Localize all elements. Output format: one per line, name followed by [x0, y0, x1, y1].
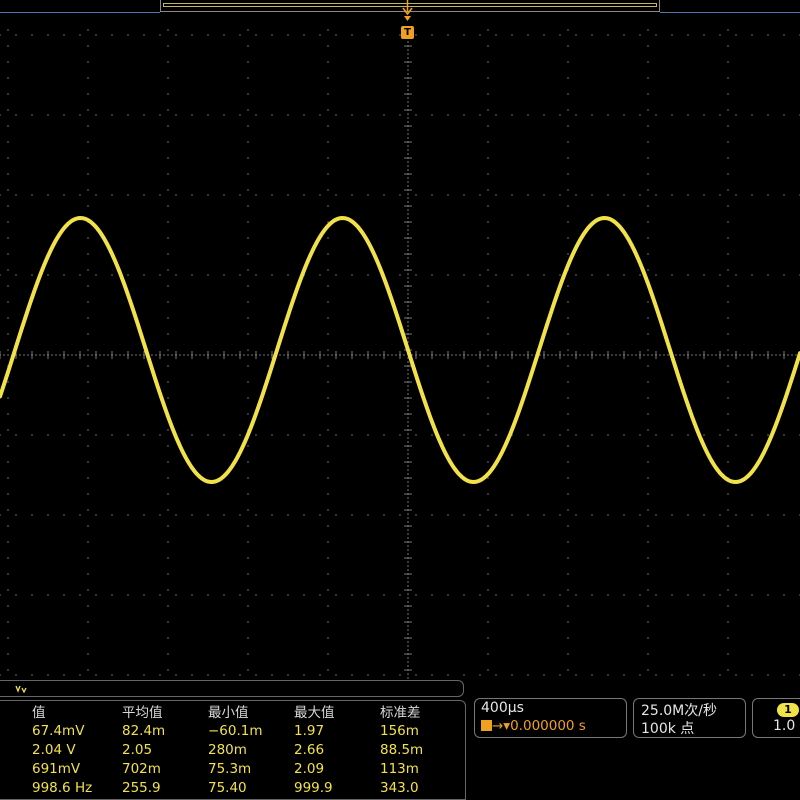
cell-value: 2.04 V [32, 742, 76, 758]
col-mean: 平均值 [122, 705, 163, 721]
cell-value: 691mV [32, 761, 81, 777]
trigger-delay: →▾0.000000 s [481, 718, 586, 734]
cell-stddev: 113m [380, 761, 419, 777]
sample-rate: 25.0M次/秒 [641, 703, 717, 719]
cell-stddev: 343.0 [380, 780, 419, 796]
cell-mean: 82.4m [122, 723, 166, 739]
record-length: 100k 点 [641, 721, 695, 737]
channel-1-waveform [0, 215, 800, 485]
channel-1-glyph-icon [15, 685, 27, 693]
cell-max: 2.66 [294, 742, 325, 758]
cell-mean: 702m [122, 761, 161, 777]
measurement-header[interactable] [0, 680, 464, 697]
cell-min: −60.1m [208, 723, 263, 739]
trigger-icon [481, 720, 492, 731]
trigger-level-marker[interactable]: T [401, 26, 414, 39]
horizontal-scale: 400µs [481, 700, 524, 716]
col-min: 最小值 [208, 705, 249, 721]
cell-min: 75.40 [208, 780, 247, 796]
col-max: 最大值 [294, 705, 335, 721]
cell-min: 75.3m [208, 761, 252, 777]
cell-mean: 255.9 [122, 780, 161, 796]
delay-value: 0.000000 s [510, 718, 586, 734]
trigger-position-marker-icon[interactable] [402, 0, 413, 21]
col-value: 值 [32, 705, 46, 721]
acquisition-panel[interactable]: 25.0M次/秒 100k 点 [633, 698, 746, 738]
arrow-icon: →▾ [492, 718, 511, 734]
cell-stddev: 156m [380, 723, 419, 739]
cell-value: 998.6 Hz [32, 780, 93, 796]
cell-stddev: 88.5m [380, 742, 424, 758]
graticule [0, 29, 800, 679]
record-bar-right [660, 12, 800, 13]
horizontal-panel[interactable]: 400µs →▾0.000000 s [474, 698, 627, 738]
cell-max: 2.09 [294, 761, 325, 777]
cell-max: 999.9 [294, 780, 333, 796]
record-bar-left [0, 12, 160, 13]
cell-min: 280m [208, 742, 247, 758]
measurement-table: 值 平均值 最小值 最大值 标准差 67.4mV 82.4m −60.1m 1.… [0, 700, 466, 800]
channel-1-badge: 1 [777, 703, 799, 717]
col-stddev: 标准差 [380, 705, 421, 721]
channel-1-value: 1.0 [773, 718, 796, 734]
channel-1-panel[interactable]: 1 1.0 [752, 698, 800, 738]
cell-mean: 2.05 [122, 742, 153, 758]
cell-value: 67.4mV [32, 723, 85, 739]
cell-max: 1.97 [294, 723, 325, 739]
